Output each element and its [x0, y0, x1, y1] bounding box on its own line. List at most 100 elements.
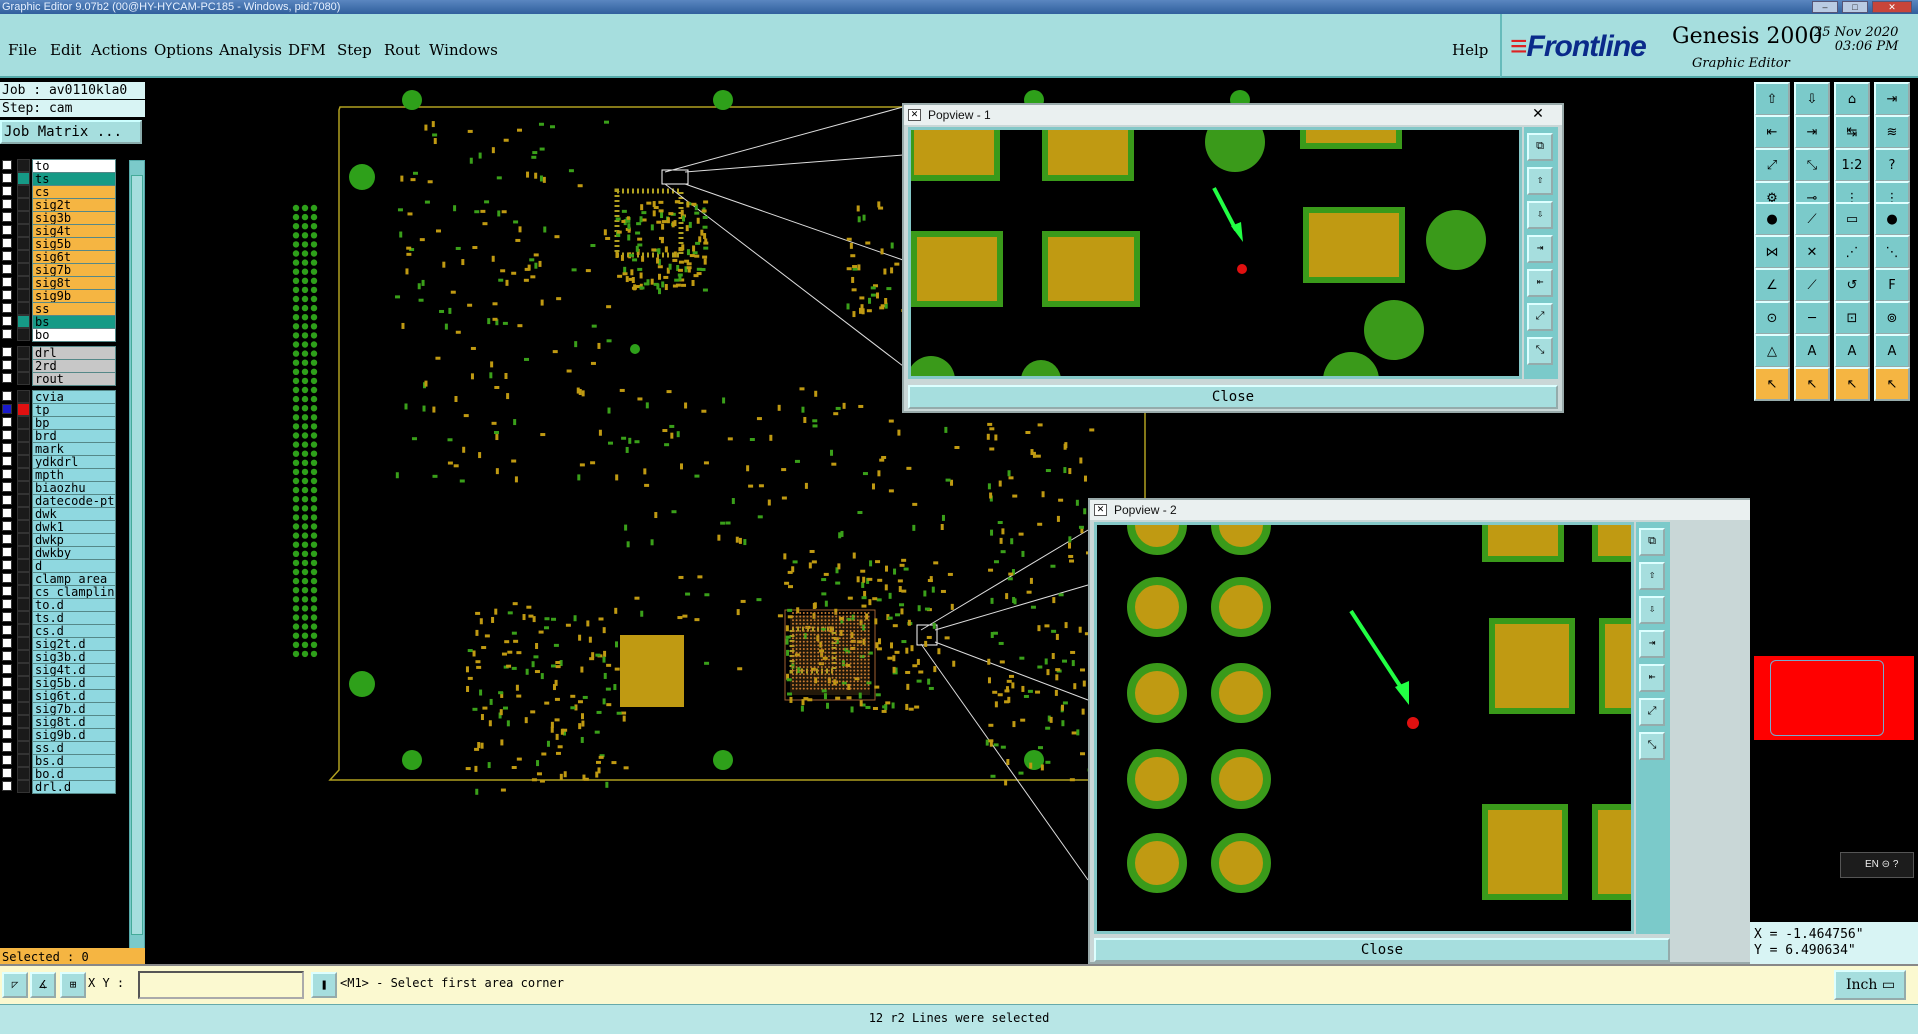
tool-button-icon[interactable]: ↖ [1874, 367, 1910, 401]
layer-checkbox[interactable] [2, 264, 12, 274]
menu-help[interactable]: Help [1452, 41, 1488, 59]
layer-checkbox[interactable] [2, 690, 12, 700]
tool-button-icon[interactable]: A [1874, 334, 1910, 368]
layer-color-swatch[interactable] [17, 328, 30, 341]
layer-checkbox[interactable] [2, 373, 12, 383]
layer-checkbox[interactable] [2, 329, 12, 339]
menu-file[interactable]: File [8, 41, 37, 59]
layer-checkbox[interactable] [2, 391, 12, 401]
layer-checkbox[interactable] [2, 716, 12, 726]
popview-tool-icon[interactable]: ⇥ [1527, 235, 1553, 263]
tool-button-icon[interactable]: ⋈ [1754, 235, 1790, 269]
popview-tool-icon[interactable]: ⇧ [1639, 562, 1665, 590]
popview-tool-icon[interactable]: ⇥ [1639, 630, 1665, 658]
tool-button-icon[interactable]: △ [1754, 334, 1790, 368]
xy-input[interactable] [138, 971, 304, 999]
minimize-button[interactable]: – [1812, 1, 1838, 13]
tool-button-icon[interactable]: A [1794, 334, 1830, 368]
graphic-canvas[interactable]: Popview - 1 ✕ ✕ ⧉ ⇧ ⇩ ⇥ ⇤ ⤢ ⤡ Close Popv… [145, 80, 1819, 964]
layer-checkbox[interactable] [2, 199, 12, 209]
layer-checkbox[interactable] [2, 742, 12, 752]
tool-button-icon[interactable]: ● [1874, 202, 1910, 236]
layer-checkbox[interactable] [2, 186, 12, 196]
layer-checkbox[interactable] [2, 173, 12, 183]
layer-name[interactable]: bo [32, 328, 116, 342]
tool-button-icon[interactable]: ⇩ [1794, 82, 1830, 116]
layer-checkbox[interactable] [2, 277, 12, 287]
tool-button-icon[interactable]: ↹ [1834, 115, 1870, 149]
tool-button-icon[interactable]: ⋰ [1834, 235, 1870, 269]
layer-row[interactable]: rout [0, 371, 118, 386]
layer-checkbox[interactable] [2, 547, 12, 557]
layer-checkbox[interactable] [2, 599, 12, 609]
layer-checkbox[interactable] [2, 768, 12, 778]
layer-checkbox[interactable] [2, 316, 12, 326]
menu-windows[interactable]: Windows [429, 41, 498, 59]
popview-1[interactable]: Popview - 1 ✕ ✕ ⧉ ⇧ ⇩ ⇥ ⇤ ⤢ ⤡ Close [902, 103, 1564, 413]
units-selector[interactable]: Inch ▭ [1834, 970, 1906, 1000]
close-window-button[interactable]: ✕ [1872, 1, 1912, 13]
popview-tool-icon[interactable]: ⤢ [1639, 698, 1665, 726]
layer-checkbox[interactable] [2, 625, 12, 635]
layer-checkbox[interactable] [2, 755, 12, 765]
popview-tool-icon[interactable]: ⤡ [1527, 337, 1553, 365]
layer-checkbox[interactable] [2, 212, 12, 222]
layer-checkbox[interactable] [2, 495, 12, 505]
menu-step[interactable]: Step [337, 41, 372, 59]
tool-button-icon[interactable]: ▭ [1834, 202, 1870, 236]
popview-tool-icon[interactable]: ⧉ [1527, 133, 1553, 161]
tool-button-icon[interactable]: ⌂ [1834, 82, 1870, 116]
tool-button-icon[interactable]: ⇤ [1754, 115, 1790, 149]
layer-checkbox[interactable] [2, 664, 12, 674]
tool-button-icon[interactable]: ⋱ [1874, 235, 1910, 269]
layer-color-swatch[interactable] [17, 372, 30, 385]
layer-checkbox[interactable] [2, 508, 12, 518]
tool-button-icon[interactable]: ↺ [1834, 268, 1870, 302]
job-matrix-button[interactable]: Job Matrix ... [0, 120, 142, 144]
tool-button-icon[interactable]: 1:2 [1834, 148, 1870, 182]
layer-checkbox[interactable] [2, 251, 12, 261]
tool-button-icon[interactable]: ⊚ [1874, 301, 1910, 335]
tool-button-icon[interactable]: ⤡ [1794, 148, 1830, 182]
tool-button-icon[interactable]: A [1834, 334, 1870, 368]
popview-2-viewport[interactable] [1094, 522, 1634, 934]
layer-checkbox[interactable] [2, 225, 12, 235]
popview-2[interactable]: Popview - 2 ✕ ✕ [1088, 498, 1819, 964]
popview-1-viewport[interactable] [908, 127, 1522, 379]
tool-button-icon[interactable]: ↖ [1794, 367, 1830, 401]
layer-row[interactable]: drl.d [0, 779, 118, 794]
layer-color-swatch[interactable] [17, 780, 30, 793]
pause-icon[interactable]: ❚ [311, 972, 337, 998]
menu-rout[interactable]: Rout [384, 41, 420, 59]
overview-map[interactable] [1754, 656, 1914, 740]
menu-actions[interactable]: Actions [91, 41, 147, 59]
layer-checkbox[interactable] [2, 443, 12, 453]
layer-checkbox[interactable] [2, 404, 12, 414]
layer-checkbox[interactable] [2, 729, 12, 739]
scroll-thumb[interactable] [131, 175, 143, 935]
tool-button-icon[interactable]: ⇧ [1754, 82, 1790, 116]
tool-button-icon[interactable]: ✕ [1794, 235, 1830, 269]
layer-checkbox[interactable] [2, 430, 12, 440]
tool-button-icon[interactable]: ↖ [1754, 367, 1790, 401]
layer-checkbox[interactable] [2, 347, 12, 357]
tool-button-icon[interactable]: ⟋ [1794, 202, 1830, 236]
layer-name[interactable]: rout [32, 372, 116, 386]
layer-checkbox[interactable] [2, 612, 12, 622]
tool-button-icon[interactable]: ⊡ [1834, 301, 1870, 335]
menu-dfm[interactable]: DFM [288, 41, 326, 59]
popview-tool-icon[interactable]: ⤢ [1527, 303, 1553, 331]
tool-button-icon[interactable]: ─ [1794, 301, 1830, 335]
layer-checkbox[interactable] [2, 417, 12, 427]
maximize-button[interactable]: □ [1842, 1, 1868, 13]
tool-button-icon[interactable]: ⟋ [1794, 268, 1830, 302]
popview-tool-icon[interactable]: ⧉ [1639, 528, 1665, 556]
popview-tool-icon[interactable]: ⇤ [1639, 664, 1665, 692]
tool-button-icon[interactable]: ⤢ [1754, 148, 1790, 182]
layer-checkbox[interactable] [2, 781, 12, 791]
snap-icon[interactable]: ◸ [2, 972, 28, 998]
menu-options[interactable]: Options [154, 41, 213, 59]
layer-checkbox[interactable] [2, 586, 12, 596]
menu-edit[interactable]: Edit [50, 41, 81, 59]
grid-icon[interactable]: ⊞ [60, 972, 86, 998]
